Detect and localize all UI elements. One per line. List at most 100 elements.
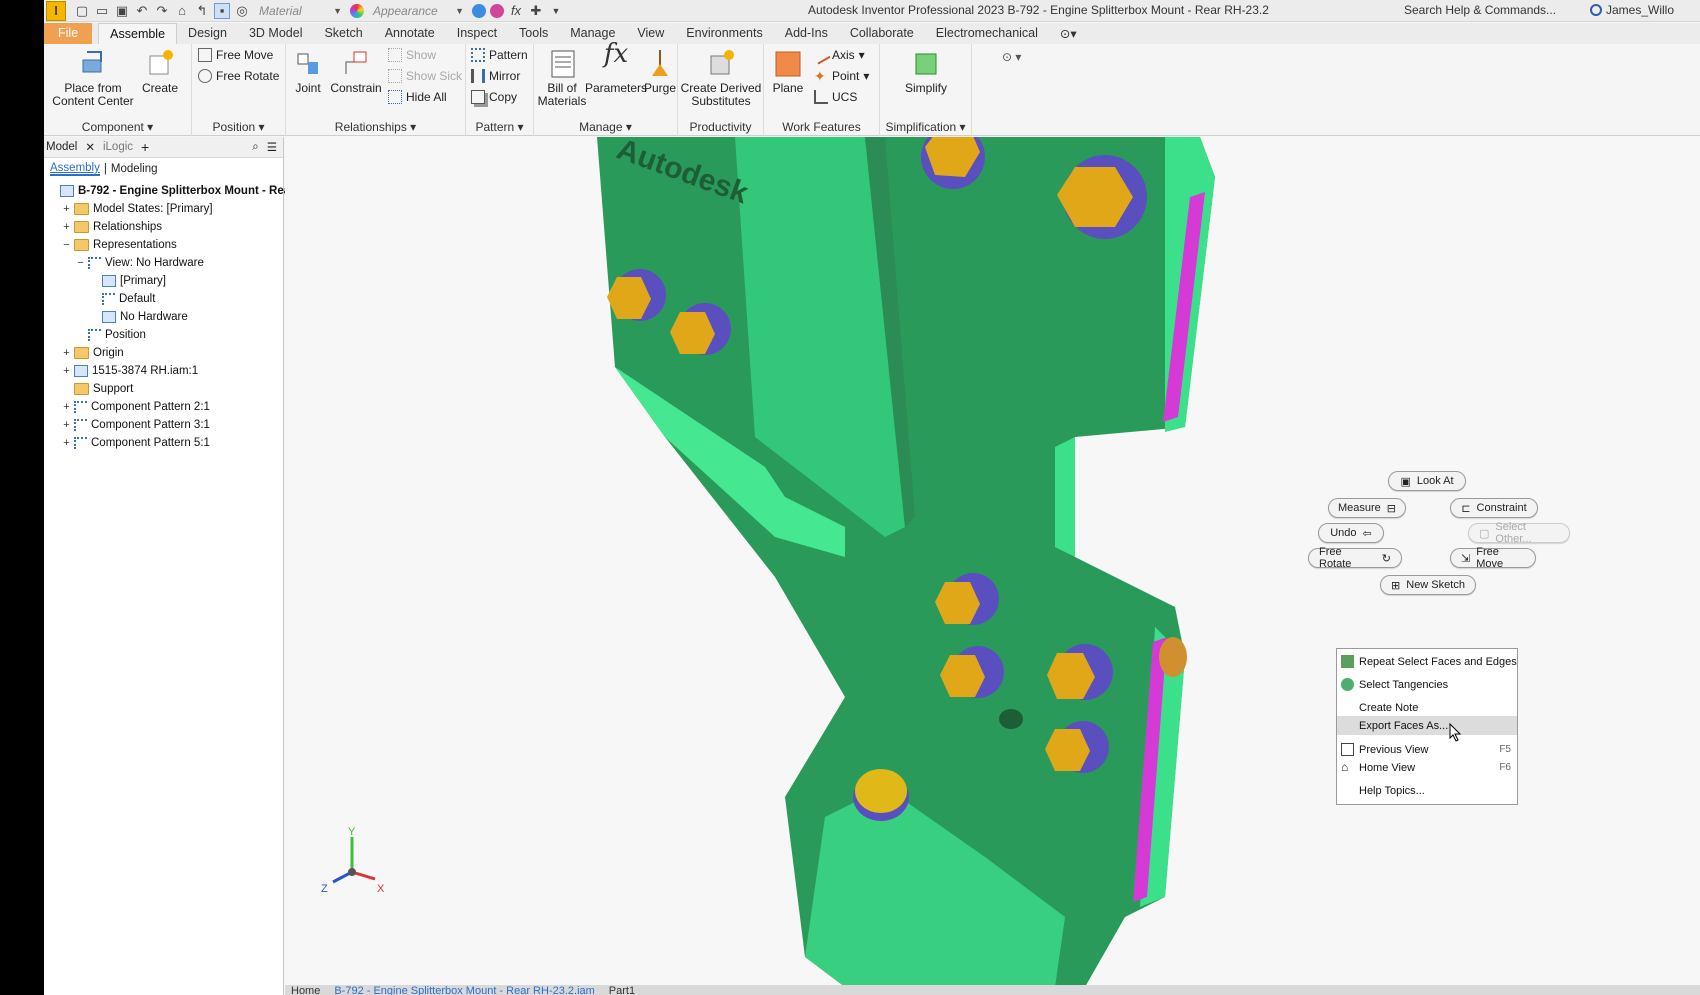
open-icon[interactable]: ▭: [94, 3, 110, 19]
panel-title-relationships[interactable]: Relationships ▾: [286, 120, 465, 134]
ucs-button[interactable]: UCS: [814, 90, 857, 104]
bill-of-materials-button[interactable]: Bill of Materials: [538, 48, 586, 108]
menu-item-repeat-select[interactable]: Repeat Select Faces and Edges: [1337, 652, 1517, 671]
tree-item[interactable]: No Hardware: [90, 308, 188, 326]
tab-electromechanical[interactable]: Electromechanical: [925, 23, 1049, 44]
tree-item[interactable]: B-792 - Engine Splitterbox Mount - Rear …: [48, 182, 306, 200]
bolt-end[interactable]: [1159, 637, 1187, 677]
free-move-button[interactable]: ⇲ Free Move: [1450, 546, 1536, 570]
tab-add-ins[interactable]: Add-Ins: [774, 23, 839, 44]
menu-item-export-faces[interactable]: Export Faces As...: [1337, 716, 1517, 735]
measure-button[interactable]: Measure ⊟: [1328, 498, 1406, 518]
simplify-button[interactable]: Simplify: [898, 48, 954, 95]
bolt-head[interactable]: [855, 769, 907, 813]
close-icon[interactable]: ✕: [85, 140, 95, 154]
select-other-button[interactable]: ▢ Select Other...: [1468, 521, 1570, 545]
undo-button[interactable]: Undo ⇦: [1318, 523, 1384, 543]
expand-toggle-icon[interactable]: [90, 313, 99, 322]
expand-toggle-icon[interactable]: [62, 385, 71, 394]
tab-3d-model[interactable]: 3D Model: [238, 23, 314, 44]
parameters-button[interactable]: fx Parameters: [585, 41, 647, 95]
menu-item-previous-view[interactable]: Previous View F5: [1337, 740, 1517, 759]
tab-view[interactable]: View: [626, 23, 675, 44]
expand-toggle-icon[interactable]: [76, 331, 85, 340]
free-rotate-button[interactable]: Free Rotate: [198, 69, 279, 83]
joint-button[interactable]: Joint: [290, 48, 326, 95]
tree-item[interactable]: − Representations: [62, 236, 177, 254]
new-sketch-button[interactable]: ⊞ New Sketch: [1380, 575, 1476, 595]
create-component-button[interactable]: Create: [138, 48, 182, 95]
tree-item[interactable]: + Component Pattern 3:1: [62, 416, 210, 434]
tree-item[interactable]: [Primary]: [90, 272, 166, 290]
panel-title-simplification[interactable]: Simplification ▾: [880, 120, 971, 134]
tree-item[interactable]: + Model States: [Primary]: [62, 200, 213, 218]
undo-icon[interactable]: ↶: [134, 3, 150, 19]
plane-button[interactable]: Plane: [768, 48, 808, 95]
appearance-dropdown[interactable]: Appearance ▼: [368, 2, 468, 20]
constraint-button[interactable]: ⊏ Constraint: [1450, 498, 1538, 518]
plate-edge-notch[interactable]: [1055, 437, 1075, 557]
expand-toggle-icon[interactable]: −: [76, 257, 85, 269]
menu-item-create-note[interactable]: Create Note: [1337, 698, 1517, 717]
graphics-viewport[interactable]: Autodesk Y X Z ▣ Look At Measure ⊟ ⊏ Con…: [285, 137, 1700, 987]
mount-hole[interactable]: [999, 709, 1023, 729]
return-icon[interactable]: ↰: [194, 3, 210, 19]
mirror-button[interactable]: Mirror: [471, 69, 520, 83]
redo-icon[interactable]: ↷: [154, 3, 170, 19]
pattern-button[interactable]: Pattern: [471, 48, 528, 62]
adjust-icon[interactable]: [472, 3, 486, 18]
fx-icon[interactable]: fx: [508, 3, 524, 19]
tab-assemble[interactable]: Assemble: [98, 23, 178, 44]
search-help-input[interactable]: Search Help & Commands...: [1404, 3, 1556, 17]
tab-annotate[interactable]: Annotate: [374, 23, 446, 44]
ribbon-more-icon[interactable]: ⊙ ▾: [1002, 50, 1021, 64]
doc-tab-home[interactable]: Home: [291, 985, 320, 995]
browser-tab-ilogic[interactable]: iLogic: [103, 141, 133, 153]
subtab-modeling[interactable]: Modeling: [111, 163, 158, 175]
home-icon[interactable]: ⌂: [174, 3, 190, 19]
subtab-assembly[interactable]: Assembly: [50, 162, 100, 176]
app-icon[interactable]: I: [46, 0, 66, 21]
expand-toggle-icon[interactable]: [48, 187, 57, 196]
panel-title-component[interactable]: Component ▾: [44, 120, 191, 134]
tree-item[interactable]: + Origin: [62, 344, 124, 362]
menu-item-help-topics[interactable]: Help Topics...: [1337, 781, 1517, 800]
expand-toggle-icon[interactable]: +: [62, 437, 71, 449]
show-sick-button[interactable]: Show Sick: [388, 69, 462, 83]
expand-toggle-icon[interactable]: −: [62, 239, 71, 251]
new-file-icon[interactable]: ▢: [74, 3, 90, 19]
clear-icon[interactable]: [490, 3, 504, 18]
tree-item[interactable]: +1515-3874 RH.iam:1: [62, 362, 198, 380]
expand-toggle-icon[interactable]: +: [62, 347, 71, 359]
tree-item[interactable]: + Component Pattern 2:1: [62, 398, 210, 416]
create-derived-substitutes-button[interactable]: Create Derived Substitutes: [680, 48, 762, 108]
menu-item-home-view[interactable]: ⌂ Home View F6: [1337, 758, 1517, 777]
free-rotate-button[interactable]: Free Rotate ↻: [1308, 546, 1402, 570]
copy-button[interactable]: Copy: [471, 90, 517, 104]
user-account[interactable]: James_Willo: [1590, 3, 1674, 17]
menu-icon[interactable]: ☰: [267, 140, 277, 154]
tab-collaborate[interactable]: Collaborate: [839, 23, 925, 44]
search-icon[interactable]: ⌕: [252, 141, 258, 154]
plus-icon[interactable]: ✚: [528, 3, 544, 19]
customize-icon[interactable]: ▼: [548, 3, 564, 19]
hide-all-button[interactable]: Hide All: [388, 90, 447, 104]
select-mode-icon[interactable]: ▪: [214, 2, 230, 19]
tab-tools[interactable]: Tools: [508, 23, 559, 44]
tab-design[interactable]: Design: [177, 23, 238, 44]
expand-toggle-icon[interactable]: [90, 295, 99, 304]
tab-file[interactable]: File: [44, 23, 93, 44]
expand-toggle-icon[interactable]: +: [62, 365, 71, 377]
free-move-button[interactable]: Free Move: [198, 48, 273, 62]
tree-item[interactable]: Support: [62, 380, 133, 398]
add-tab-icon[interactable]: +: [141, 139, 149, 155]
tab-inspect[interactable]: Inspect: [446, 23, 508, 44]
expand-toggle-icon[interactable]: [90, 277, 99, 286]
doc-tab-assembly[interactable]: B-792 - Engine Splitterbox Mount - Rear …: [334, 985, 594, 995]
expand-toggle-icon[interactable]: +: [62, 419, 71, 431]
tab-sketch[interactable]: Sketch: [313, 23, 373, 44]
show-button[interactable]: Show: [388, 48, 436, 62]
save-icon[interactable]: ▣: [114, 3, 130, 19]
point-button[interactable]: ✦ Point ▾: [814, 69, 869, 83]
tab-environments[interactable]: Environments: [675, 23, 773, 44]
